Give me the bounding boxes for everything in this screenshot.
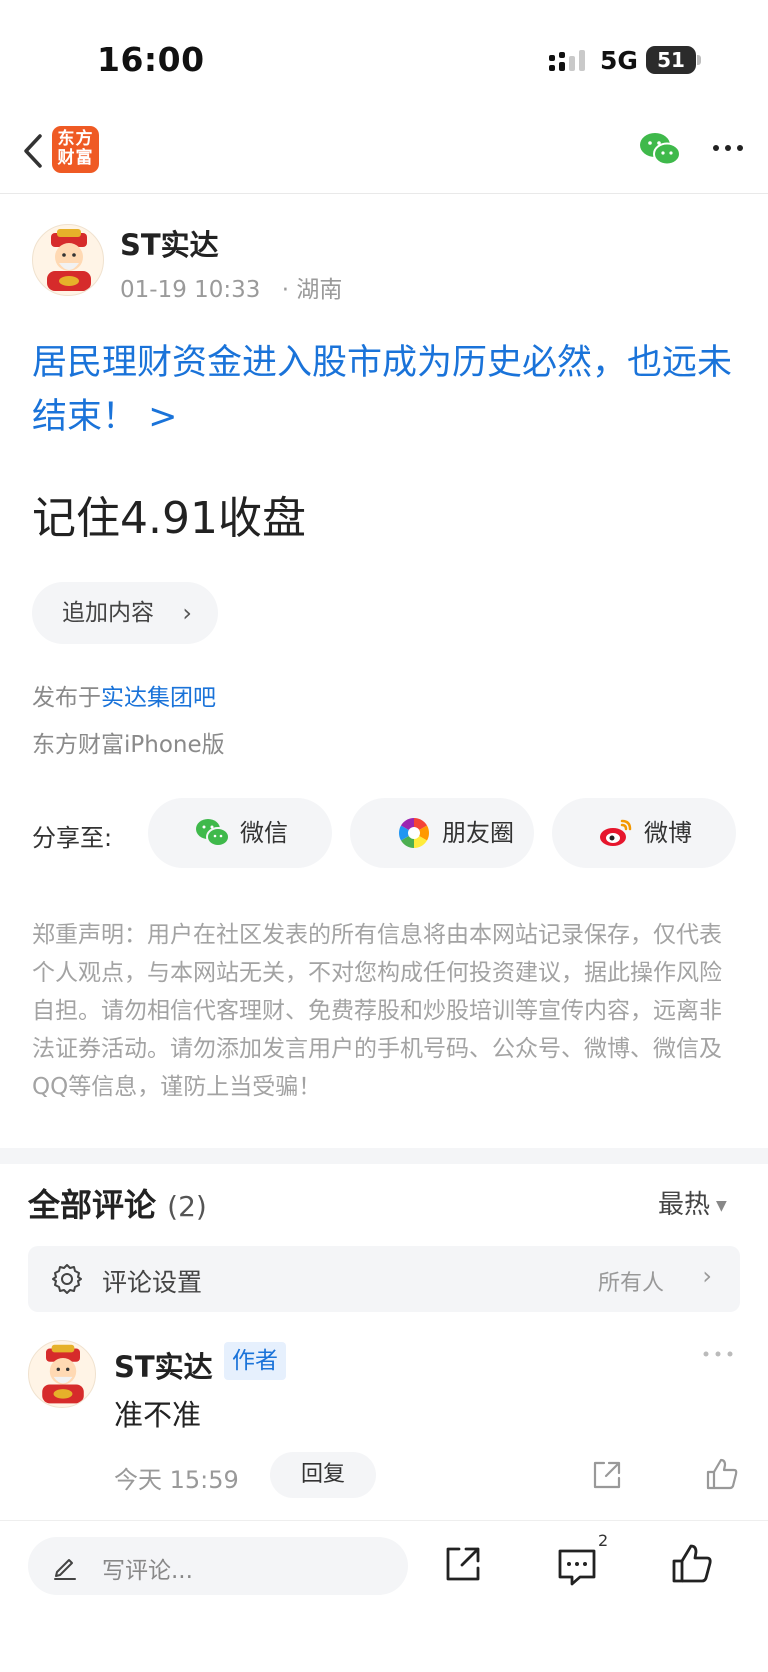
caishen-avatar-icon <box>42 1344 84 1404</box>
commenter-name[interactable]: ST实达 <box>114 1344 213 1386</box>
post-author: ST实达 01-19 10:33 · 湖南 <box>32 216 732 306</box>
comment-placeholder: 写评论... <box>102 1558 193 1584</box>
author-avatar[interactable] <box>32 224 104 296</box>
pencil-icon <box>54 1559 76 1580</box>
battery-icon: 51 <box>646 46 696 74</box>
chevron-right-icon: › <box>702 1262 712 1290</box>
battery-tip <box>697 55 701 65</box>
share-wechat-button[interactable]: 微信 <box>148 798 332 868</box>
share-weibo-label: 微博 <box>644 819 692 847</box>
post-headline-link[interactable]: 居民理财资金进入股市成为历史必然，也远未结束！ > <box>32 336 742 444</box>
wechat-icon[interactable] <box>638 130 682 168</box>
thumbs-up-icon[interactable] <box>670 1541 714 1585</box>
comments-title-label: 全部评论 <box>28 1186 157 1224</box>
post-datetime: 01-19 10:33 <box>120 277 261 303</box>
weibo-icon <box>600 819 632 846</box>
share-moments-button[interactable]: 朋友圈 <box>350 798 534 868</box>
append-content-button[interactable]: 追加内容 › <box>32 582 218 644</box>
network-type: 5G <box>600 46 638 75</box>
comments-count: (2) <box>167 1190 207 1223</box>
share-icon[interactable] <box>590 1458 624 1492</box>
write-comment-input[interactable]: 写评论... <box>28 1537 408 1595</box>
gear-icon <box>52 1264 82 1294</box>
comments-sort-dropdown[interactable]: 最热 ▼ <box>658 1184 727 1221</box>
author-name[interactable]: ST实达 <box>120 222 219 264</box>
comments-title: 全部评论 (2) <box>28 1180 207 1226</box>
status-time: 16:00 <box>97 40 205 79</box>
bottom-action-bar: 写评论... 2 <box>0 1520 768 1612</box>
moments-icon <box>398 818 430 848</box>
post-body: 记住4.91收盘 <box>32 493 306 544</box>
back-chevron-icon[interactable] <box>14 128 54 174</box>
comment-bubble-icon[interactable] <box>556 1547 598 1587</box>
section-divider <box>0 1148 768 1164</box>
reply-button[interactable]: 回复 <box>270 1452 376 1498</box>
thumbs-up-icon[interactable] <box>704 1456 740 1492</box>
author-badge: 作者 <box>224 1342 286 1380</box>
share-weibo-button[interactable]: 微博 <box>552 798 736 868</box>
posted-in-prefix: 发布于 <box>32 685 101 711</box>
share-wechat-label: 微信 <box>240 819 288 847</box>
comment-text: 准不准 <box>114 1398 202 1432</box>
forum-link[interactable]: 实达集团吧 <box>101 685 216 711</box>
append-content-label: 追加内容 <box>62 600 154 626</box>
app-logo[interactable]: 东方 财富 <box>52 126 99 173</box>
wechat-icon <box>196 819 230 847</box>
sort-label: 最热 <box>658 1190 711 1220</box>
nav-bar: 东方 财富 <box>0 110 768 194</box>
share-moments-label: 朋友圈 <box>442 819 514 847</box>
status-bar: 16:00 5G 51 <box>0 0 768 110</box>
post-location: · 湖南 <box>281 277 343 303</box>
more-dots-icon[interactable] <box>708 130 748 166</box>
comment-count-badge: 2 <box>598 1531 609 1550</box>
signal-icon <box>549 50 585 71</box>
comment-item: ST实达 作者 准不准 今天 15:59 回复 <box>28 1340 740 1520</box>
comment-settings-row[interactable]: 评论设置 所有人 › <box>28 1246 740 1312</box>
post-meta: 01-19 10:33 · 湖南 <box>120 270 342 304</box>
posted-in: 发布于实达集团吧 <box>32 678 216 712</box>
disclaimer: 郑重声明：用户在社区发表的所有信息将由本网站记录保存，仅代表个人观点，与本网站无… <box>32 922 722 1100</box>
share-icon[interactable] <box>442 1543 484 1585</box>
chevron-right-icon: › <box>182 599 192 627</box>
comment-settings-value: 所有人 <box>597 1271 664 1296</box>
more-dots-icon[interactable] <box>700 1344 736 1364</box>
caret-down-icon: ▼ <box>716 1197 727 1214</box>
share-label: 分享至: <box>32 824 113 852</box>
comment-time: 今天 15:59 <box>114 1466 239 1494</box>
commenter-avatar[interactable] <box>28 1340 96 1408</box>
comment-settings-label: 评论设置 <box>102 1268 203 1297</box>
caishen-avatar-icon <box>47 229 91 291</box>
post-client: 东方财富iPhone版 <box>32 732 225 758</box>
